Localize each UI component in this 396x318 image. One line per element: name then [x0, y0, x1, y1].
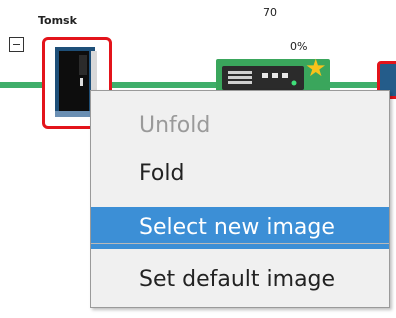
menu-item-set-default-image[interactable]: Set default image	[91, 259, 389, 301]
menu-item-fold[interactable]: Fold	[91, 153, 389, 195]
minus-box-icon[interactable]	[9, 37, 24, 52]
star-icon: ★	[305, 54, 327, 82]
node-metric-value: 70	[263, 6, 277, 19]
menu-item-unfold[interactable]: Unfold	[91, 105, 389, 147]
topology-canvas[interactable]: Tomsk 70 0% ★ Unfold Fold Select new ima…	[0, 0, 396, 318]
menu-separator	[91, 243, 389, 244]
node-utilization-percent: 0%	[290, 40, 308, 53]
network-switch-icon	[222, 66, 304, 90]
node-label: Tomsk	[38, 14, 77, 27]
context-menu: Unfold Fold Select new image Set default…	[90, 90, 390, 308]
